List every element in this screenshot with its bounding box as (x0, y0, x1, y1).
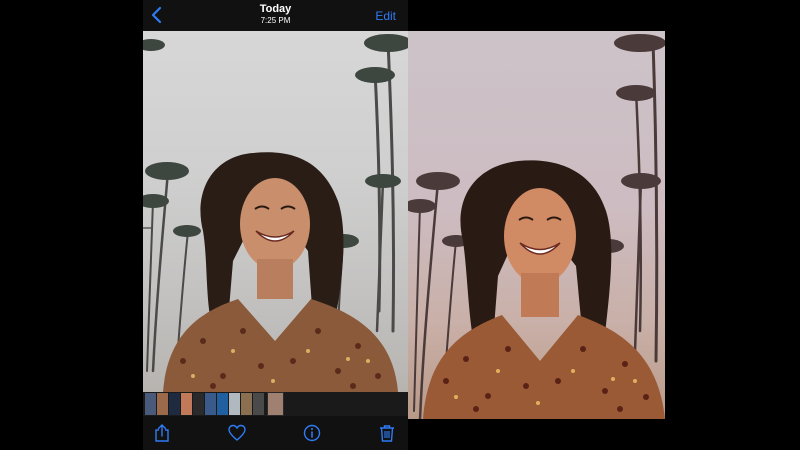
trash-icon (380, 425, 394, 442)
thumbnail[interactable] (253, 393, 264, 415)
thumbnail[interactable] (181, 393, 192, 415)
nav-title: Today (259, 3, 292, 15)
delete-button[interactable] (378, 424, 396, 442)
share-icon (155, 424, 169, 442)
info-icon (303, 424, 321, 442)
thumbnail[interactable] (145, 393, 156, 415)
thumbnail-current[interactable] (267, 392, 284, 416)
heart-icon (228, 424, 246, 441)
thumbnail[interactable] (193, 393, 204, 415)
info-button[interactable] (303, 424, 321, 442)
edit-button[interactable]: Edit (375, 9, 396, 23)
thumbnail[interactable] (241, 393, 252, 415)
stage: Today 7:25 PM Edit (0, 0, 800, 450)
thumbnail[interactable] (169, 393, 180, 415)
bottom-toolbar (143, 416, 408, 450)
share-button[interactable] (153, 424, 171, 442)
navigation-bar: Today 7:25 PM Edit (143, 0, 408, 31)
before-photo[interactable] (143, 31, 408, 392)
thumbnail[interactable] (229, 393, 240, 415)
nav-timestamp: 7:25 PM (260, 16, 291, 25)
thumbnail[interactable] (205, 393, 216, 415)
photos-app-screen: Today 7:25 PM Edit (143, 0, 408, 450)
thumbnail[interactable] (217, 393, 228, 415)
thumbnail-strip (143, 392, 408, 416)
after-photo (408, 31, 665, 419)
favorite-button[interactable] (228, 424, 246, 442)
thumbnail[interactable] (157, 393, 168, 415)
